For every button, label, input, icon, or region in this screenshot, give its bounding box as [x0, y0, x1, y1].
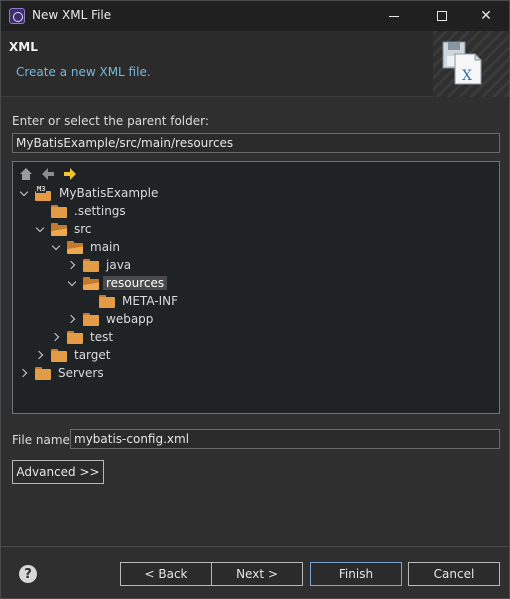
folder-tree[interactable]: M3 MyBatisExample .settings src main jav…	[12, 161, 500, 414]
eclipse-icon	[9, 8, 25, 24]
tree-node-label: java	[106, 258, 132, 272]
folder-icon	[51, 348, 67, 362]
tree-node-label: target	[74, 348, 111, 362]
tree-node-label: main	[90, 240, 120, 254]
tree-node-label: MyBatisExample	[59, 186, 159, 200]
file-name-input[interactable]: mybatis-config.xml	[70, 429, 500, 449]
folder-icon	[83, 258, 99, 272]
new-xml-file-dialog: New XML File ✕ XML Create a new XML file…	[0, 0, 510, 599]
wizard-title: XML	[9, 40, 38, 54]
finish-button[interactable]: Finish	[310, 562, 402, 586]
tree-node-test[interactable]: test	[51, 328, 116, 346]
maximize-icon	[437, 11, 447, 21]
tree-node-meta-inf[interactable]: META-INF	[99, 292, 181, 310]
file-name-label: File name:	[12, 433, 74, 447]
open-folder-icon	[67, 240, 83, 254]
tree-node-mybatisexample[interactable]: M3 MyBatisExample	[19, 184, 161, 202]
tree-node-label: src	[74, 222, 92, 236]
project-badge: M3	[36, 184, 47, 193]
tree-node-src[interactable]: src	[35, 220, 95, 238]
tree-node-java[interactable]: java	[67, 256, 134, 274]
expand-toggle-icon[interactable]	[51, 241, 63, 253]
folder-icon	[35, 366, 51, 380]
folder-icon	[67, 330, 83, 344]
parent-folder-field[interactable]: MyBatisExample/src/main/resources	[12, 133, 500, 153]
svg-text:X: X	[462, 68, 472, 84]
close-button[interactable]: ✕	[463, 1, 509, 31]
tree-node-label: .settings	[74, 204, 126, 218]
tree-node-webapp[interactable]: webapp	[67, 310, 156, 328]
maven-project-icon: M3	[35, 184, 51, 201]
collapse-toggle-icon[interactable]	[67, 259, 79, 271]
collapse-toggle-icon[interactable]	[67, 313, 79, 325]
collapse-toggle-icon[interactable]	[35, 349, 47, 361]
tree-node-label: test	[90, 330, 114, 344]
tree-node-resources[interactable]: resources	[67, 274, 168, 292]
tree-toolbar	[18, 166, 78, 182]
expand-toggle-icon[interactable]	[35, 223, 47, 235]
expand-toggle-icon[interactable]	[67, 277, 79, 289]
collapse-toggle-icon[interactable]	[19, 367, 31, 379]
open-folder-icon	[83, 276, 99, 290]
advanced-button[interactable]: Advanced >>	[12, 460, 104, 484]
wizard-description: Create a new XML file.	[16, 65, 151, 79]
folder-icon	[83, 312, 99, 326]
forward-arrow-icon[interactable]	[62, 166, 78, 182]
next-button[interactable]: Next >	[211, 562, 303, 586]
wizard-header: XML Create a new XML file. X	[1, 31, 509, 97]
tree-node-servers[interactable]: Servers	[19, 364, 107, 382]
home-icon[interactable]	[18, 166, 34, 182]
tree-node-settings[interactable]: .settings	[51, 202, 129, 220]
back-arrow-icon[interactable]	[40, 166, 56, 182]
tree-node-target[interactable]: target	[35, 346, 114, 364]
expand-toggle-icon[interactable]	[19, 187, 31, 199]
maximize-button[interactable]	[419, 1, 465, 31]
tree-node-label-selected: resources	[103, 276, 168, 290]
parent-folder-label: Enter or select the parent folder:	[12, 114, 209, 128]
collapse-toggle-icon[interactable]	[51, 331, 63, 343]
back-button[interactable]: < Back	[120, 562, 212, 586]
close-icon: ✕	[480, 8, 492, 24]
open-folder-icon	[51, 222, 67, 236]
tree-node-main[interactable]: main	[51, 238, 123, 256]
footer-separator	[1, 546, 509, 547]
help-icon[interactable]: ?	[19, 565, 37, 583]
xml-file-wizard-icon: X	[442, 41, 483, 85]
tree-node-label: webapp	[106, 312, 154, 326]
folder-icon	[99, 294, 115, 308]
window-title: New XML File	[32, 8, 112, 22]
tree-node-label: META-INF	[122, 294, 179, 308]
cancel-button[interactable]: Cancel	[408, 562, 500, 586]
title-bar[interactable]: New XML File ✕	[1, 1, 509, 31]
minimize-icon	[389, 15, 399, 17]
tree-node-label: Servers	[58, 366, 104, 380]
minimize-button[interactable]	[371, 1, 417, 31]
folder-icon	[51, 204, 67, 218]
